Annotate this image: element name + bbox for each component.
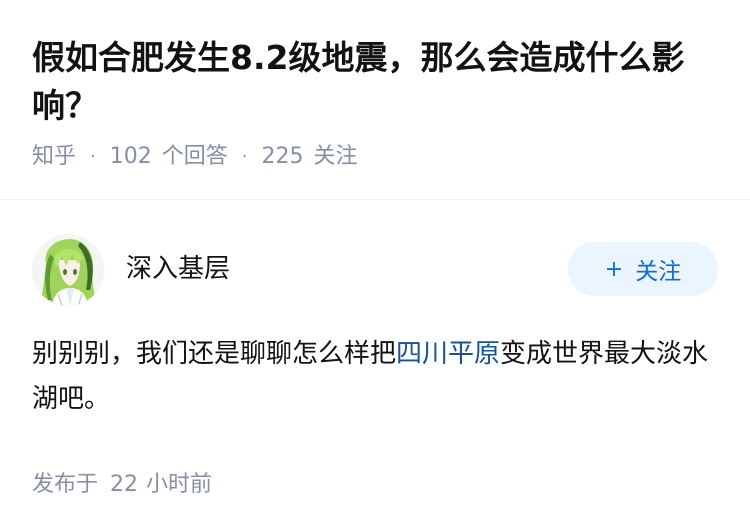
follower-count: 225 [261,144,304,169]
publish-unit: 小时前 [146,472,213,497]
answer-count: 102 [109,144,152,169]
follower-count-label: 关注 [313,144,358,169]
section-divider [0,199,750,200]
question-header: 假如合肥发生8.2级地震，那么会造成什么影响？ 知乎 · 102 个回答 · 2… [0,0,750,172]
answer-content: 别别别，我们还是聊聊怎么样把四川平原变成世界最大淡水湖吧。 [32,332,718,422]
author-name[interactable]: 深入基层 [126,248,230,285]
separator-dot: · [90,146,96,167]
avatar[interactable] [32,234,104,306]
follow-button[interactable]: + 关注 [568,242,718,296]
publish-number: 22 [110,472,139,497]
publish-time: 发布于 22 小时前 [32,466,212,498]
answer-card: 深入基层 + 关注 别别别，我们还是聊聊怎么样把四川平原变成世界最大淡水湖吧。 [32,234,718,422]
question-title[interactable]: 假如合肥发生8.2级地震，那么会造成什么影响？ [32,34,718,130]
topic-link[interactable]: 四川平原 [396,339,500,369]
answer-count-label: 个回答 [161,144,228,169]
answer-page: 假如合肥发生8.2级地震，那么会造成什么影响？ 知乎 · 102 个回答 · 2… [0,0,750,532]
source-label[interactable]: 知乎 [32,142,76,172]
separator-dot: · [241,146,248,167]
anime-avatar-icon [32,234,104,306]
answer-text-part: 别别别，我们还是聊聊怎么样把 [32,339,397,369]
publish-label: 发布于 [32,472,99,497]
author-row: 深入基层 + 关注 [32,234,718,306]
question-meta: 知乎 · 102 个回答 · 225 关注 [32,142,718,172]
follow-button-label: 关注 [635,259,682,285]
plus-icon: + [604,256,624,282]
